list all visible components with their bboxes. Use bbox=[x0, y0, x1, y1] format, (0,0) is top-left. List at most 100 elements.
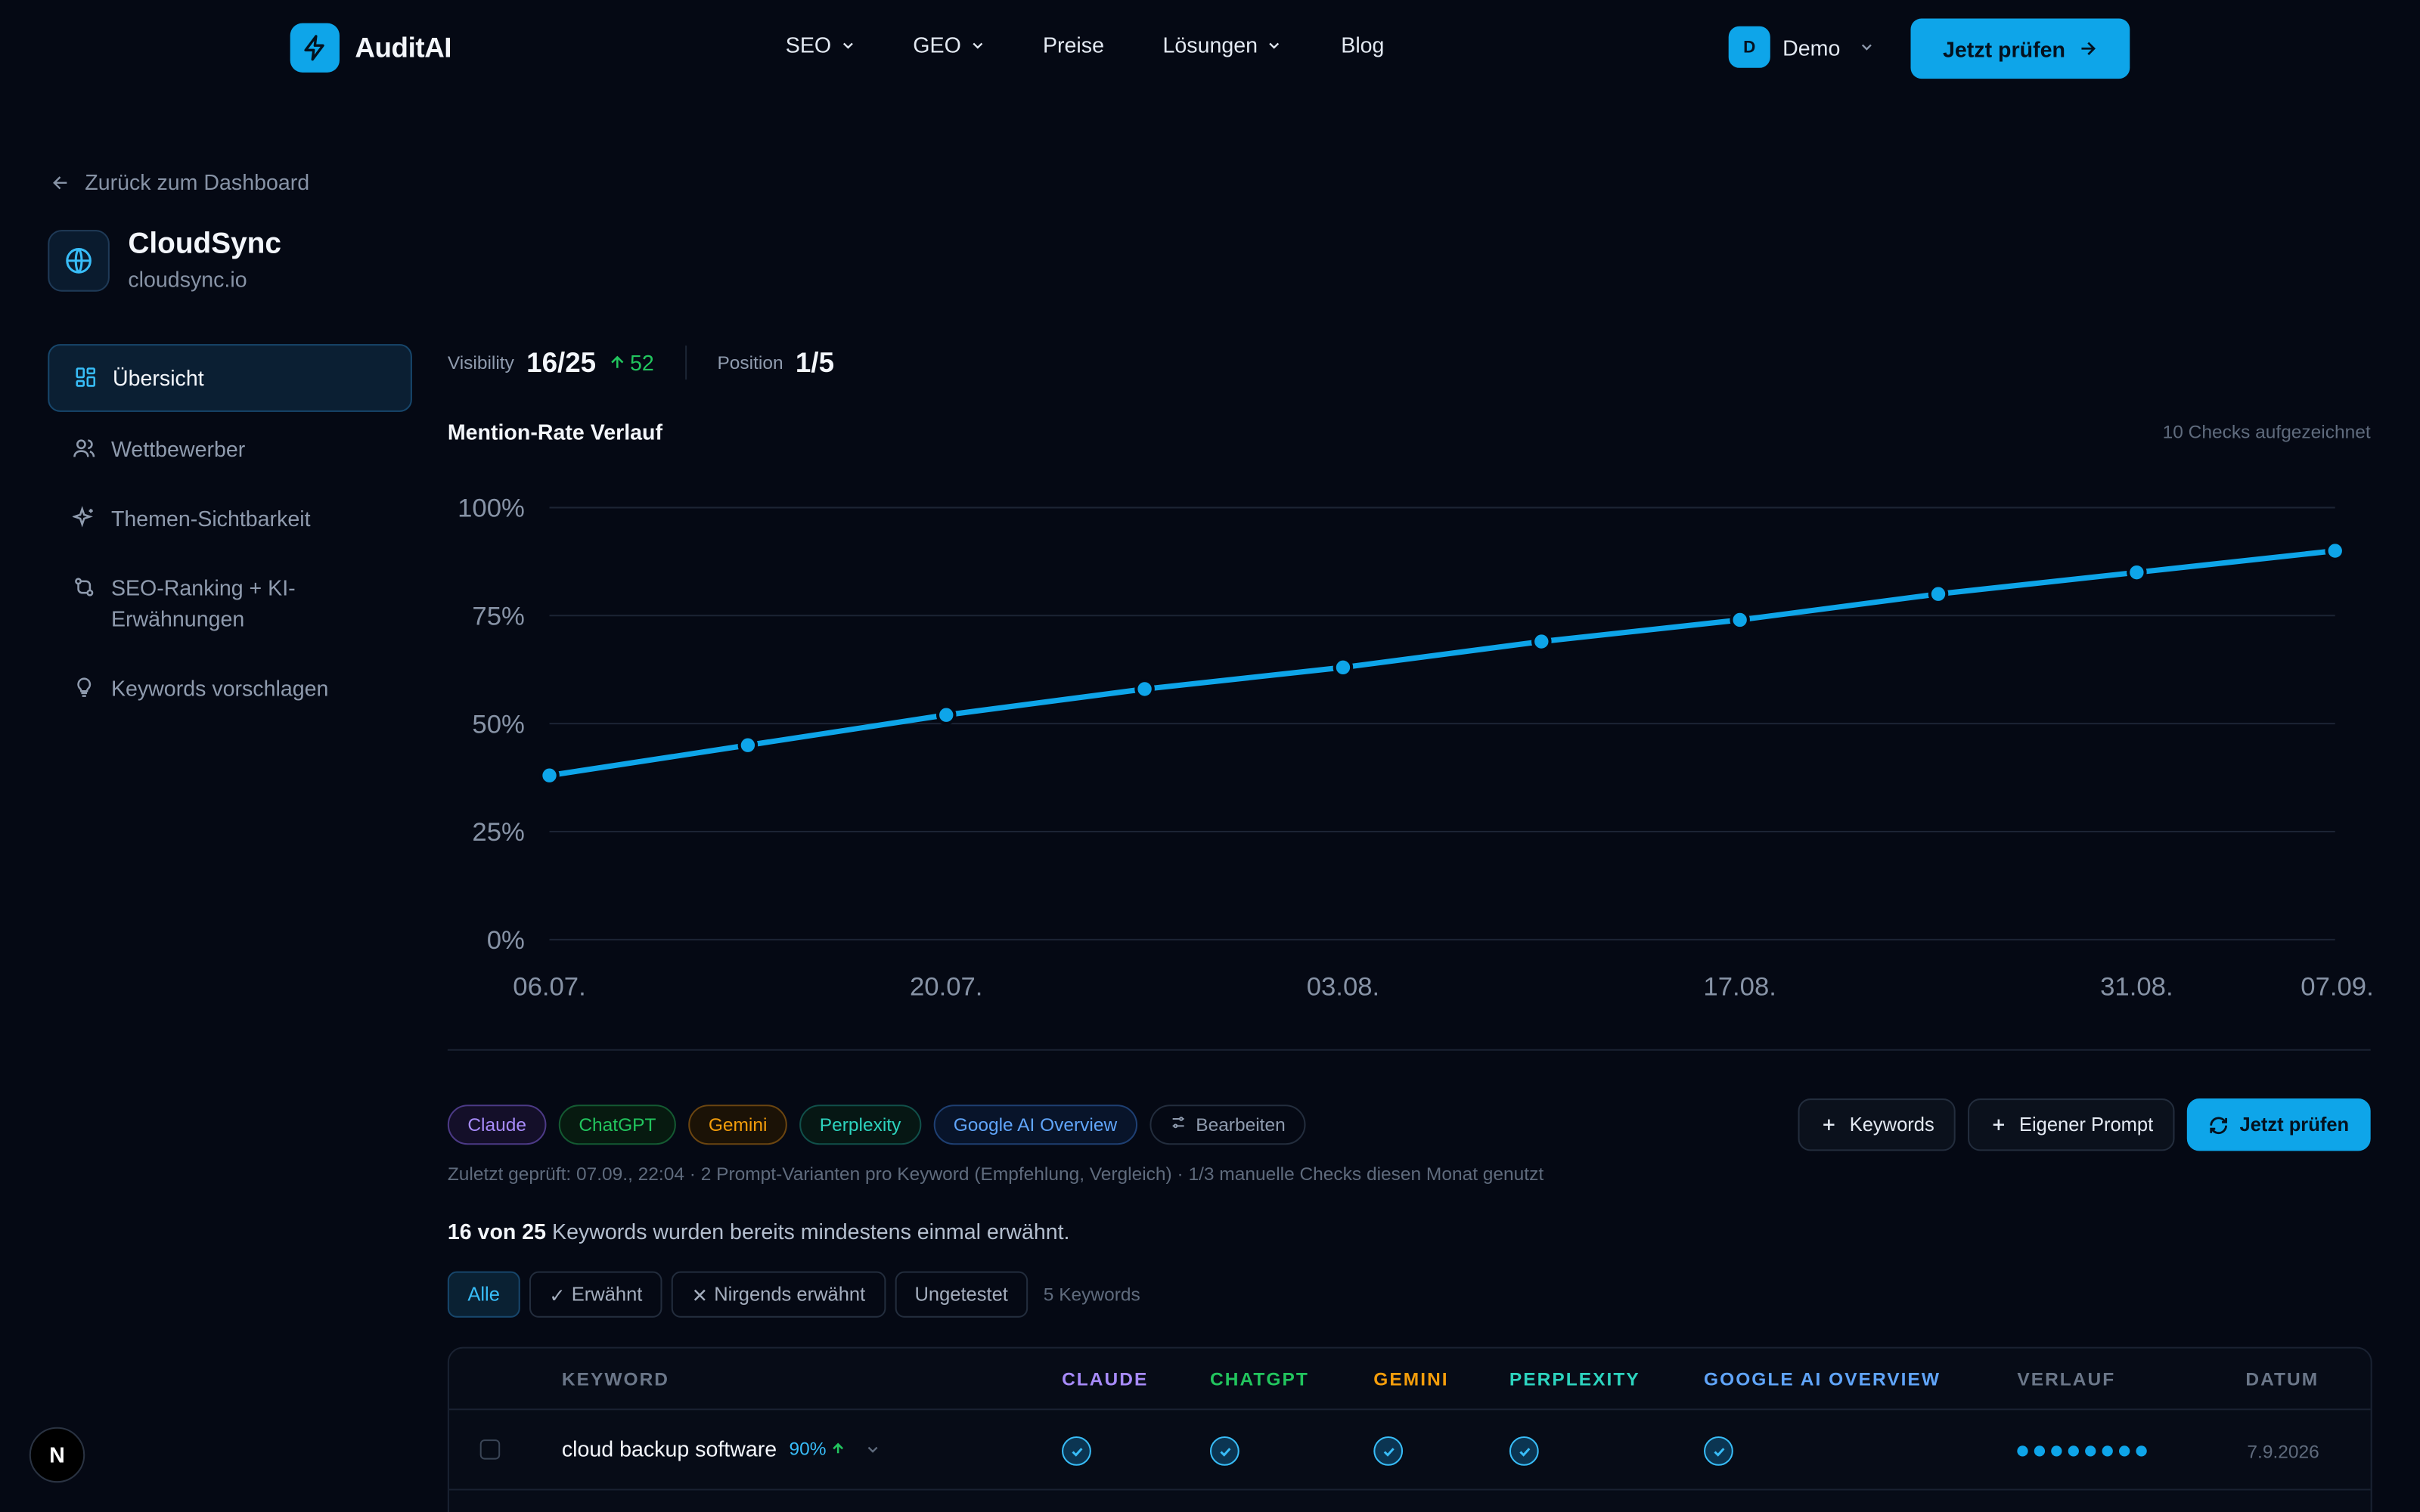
y-tick-label: 25% bbox=[472, 818, 524, 847]
cta-label: Jetzt prüfen bbox=[1943, 36, 2065, 61]
bolt-icon bbox=[290, 23, 340, 73]
user-name: Demo bbox=[1782, 34, 1841, 60]
run-check-label: Jetzt prüfen bbox=[2239, 1114, 2350, 1136]
nav-link-loesungen[interactable]: Lösungen bbox=[1163, 33, 1283, 57]
mention-rate: 90% bbox=[789, 1438, 846, 1460]
row-checkbox[interactable] bbox=[479, 1439, 501, 1460]
x-tick-label: 06.07. bbox=[513, 972, 585, 1001]
nav-link-label: SEO bbox=[785, 32, 832, 57]
add-keywords-label: Keywords bbox=[1849, 1114, 1934, 1136]
dev-badge[interactable]: N bbox=[29, 1427, 85, 1483]
provider-chip-label: Perplexity bbox=[819, 1114, 901, 1136]
run-check-button[interactable]: Jetzt prüfen bbox=[2187, 1098, 2371, 1151]
back-to-dashboard-link[interactable]: Zurück zum Dashboard bbox=[51, 169, 309, 194]
stats-bar: Visibility 16/25 52 Position 1/5 bbox=[448, 345, 834, 380]
nav-link-preise[interactable]: Preise bbox=[1043, 33, 1104, 57]
mention-rate-chart: 0% 25% 50% 75% 100% 06.07. 20.07. 03.08. 17.08. 3… bbox=[458, 494, 2374, 1002]
nav-link-geo[interactable]: GEO bbox=[913, 33, 985, 57]
avatar: D bbox=[1728, 26, 1770, 68]
provider-chip-label: Bearbeiten bbox=[1196, 1114, 1286, 1136]
filter-all[interactable]: Alle bbox=[447, 1271, 520, 1318]
provider-chip-label: Gemini bbox=[708, 1114, 768, 1136]
chevron-down-icon[interactable] bbox=[865, 1440, 882, 1457]
col-perplexity[interactable]: PERPLEXITY bbox=[1509, 1368, 1640, 1390]
users-icon bbox=[73, 439, 95, 457]
series-line bbox=[546, 547, 2338, 779]
check-date: 7.9.2026 bbox=[2247, 1441, 2319, 1463]
chevron-down-icon bbox=[1269, 42, 1279, 48]
sidebar-menu: Übersicht Wettbewerber Themen-Sichtbarke… bbox=[48, 344, 412, 725]
sidebar-item-seo-ranking[interactable]: SEO-Ranking + KI-Erwähnungen bbox=[48, 556, 412, 652]
history-dot bbox=[2017, 1445, 2028, 1457]
col-gemini[interactable]: GEMINI bbox=[1373, 1368, 1448, 1390]
google-check-icon bbox=[1704, 1436, 1733, 1466]
nav-link-label: Preise bbox=[1042, 32, 1104, 57]
provider-chip-label: Google AI Overview bbox=[953, 1114, 1118, 1136]
sidebar-item-themen[interactable]: Themen-Sichtbarkeit bbox=[48, 486, 412, 551]
col-chatgpt[interactable]: CHATGPT bbox=[1210, 1368, 1309, 1390]
nav-link-label: Lösungen bbox=[1162, 32, 1258, 57]
position-value: 1/5 bbox=[795, 346, 835, 377]
sidebar-item-keywords[interactable]: Keywords vorschlagen bbox=[48, 655, 412, 720]
keyword-text: cloud backup software bbox=[561, 1436, 777, 1461]
stat-divider bbox=[684, 345, 687, 380]
provider-chip-perplexity[interactable]: Perplexity bbox=[799, 1105, 921, 1145]
provider-chip-gemini[interactable]: Gemini bbox=[688, 1105, 787, 1145]
provider-chip-bearbeiten[interactable]: Bearbeiten bbox=[1150, 1105, 1306, 1145]
chatgpt-check-icon bbox=[1209, 1436, 1239, 1466]
sidebar-item-wettbewerber[interactable]: Wettbewerber bbox=[48, 417, 412, 482]
git-compare-icon bbox=[75, 578, 94, 596]
provider-chips: Claude ChatGPT Gemini Perplexity Google AI O… bbox=[447, 1105, 1306, 1145]
filter-untested[interactable]: Ungetestet bbox=[894, 1271, 1028, 1318]
chart-title: Mention-Rate Verlauf bbox=[447, 420, 663, 445]
data-point bbox=[1333, 657, 1354, 678]
provider-chip-label: Claude bbox=[467, 1114, 526, 1136]
data-point bbox=[737, 735, 759, 755]
sidebar-item-label: Übersicht bbox=[112, 365, 204, 391]
filter-mentioned[interactable]: ✓ Erwähnt bbox=[529, 1271, 662, 1318]
provider-chip-google-ai-overview[interactable]: Google AI Overview bbox=[933, 1105, 1137, 1145]
sidebar-item-label: Themen-Sichtbarkeit bbox=[110, 506, 311, 531]
nav-link-label: Blog bbox=[1341, 32, 1385, 57]
history-dot bbox=[2085, 1445, 2096, 1457]
x-tick-label: 07.09. bbox=[2301, 972, 2373, 1001]
user-menu[interactable]: D Demo bbox=[1728, 26, 1876, 68]
grid-icon bbox=[76, 367, 96, 387]
provider-chip-chatgpt[interactable]: ChatGPT bbox=[558, 1105, 676, 1145]
add-keywords-button[interactable]: Keywords bbox=[1798, 1098, 1956, 1151]
visibility-delta-value: 52 bbox=[629, 350, 654, 375]
keyword-cell: cloud backup software 90% bbox=[562, 1436, 882, 1461]
data-point bbox=[1928, 584, 1949, 604]
data-point bbox=[539, 765, 560, 785]
table-row[interactable]: cloud backup software 90% 7.9.2026 bbox=[448, 1410, 2371, 1491]
cta-check-button[interactable]: Jetzt prüfen bbox=[1910, 18, 2130, 79]
back-label: Zurück zum Dashboard bbox=[85, 169, 310, 195]
brand[interactable]: AuditAI bbox=[290, 23, 452, 73]
provider-chip-claude[interactable]: Claude bbox=[447, 1105, 547, 1145]
history-dot bbox=[2051, 1445, 2062, 1457]
sidebar-item-uebersicht[interactable]: Übersicht bbox=[48, 344, 412, 412]
lightbulb-icon bbox=[77, 677, 92, 697]
arrow-up-icon bbox=[611, 355, 624, 368]
visibility-value: 16/25 bbox=[526, 346, 597, 377]
table-header: KEYWORD CLAUDE CHATGPT GEMINI PERPLEXITY… bbox=[448, 1349, 2371, 1411]
filter-not-mentioned[interactable]: ✕ Nirgends erwähnt bbox=[672, 1271, 886, 1318]
position-label: Position bbox=[717, 352, 783, 373]
data-point bbox=[2325, 541, 2345, 561]
data-point bbox=[1531, 631, 1552, 652]
col-keyword[interactable]: KEYWORD bbox=[562, 1368, 669, 1390]
custom-prompt-button[interactable]: Eigener Prompt bbox=[1968, 1098, 2175, 1151]
col-claude[interactable]: CLAUDE bbox=[1062, 1368, 1148, 1390]
summary-text: Keywords wurden bereits mindestens einma… bbox=[546, 1219, 1070, 1244]
y-tick-label: 75% bbox=[472, 603, 524, 631]
nav-link-seo[interactable]: SEO bbox=[786, 33, 856, 57]
col-datum[interactable]: DATUM bbox=[2245, 1368, 2319, 1390]
nav-link-blog[interactable]: Blog bbox=[1341, 33, 1384, 57]
top-navbar: AuditAI SEO GEO Preise Lösungen Blog D D… bbox=[0, 0, 2420, 96]
brand-name: AuditAI bbox=[355, 31, 452, 63]
history-dot bbox=[2068, 1445, 2079, 1457]
col-google[interactable]: GOOGLE AI OVERVIEW bbox=[1704, 1368, 1941, 1390]
data-point bbox=[935, 705, 957, 725]
action-buttons: Keywords Eigener Prompt Jetzt prüfen bbox=[1798, 1098, 2371, 1151]
history-dots bbox=[2017, 1445, 2147, 1457]
